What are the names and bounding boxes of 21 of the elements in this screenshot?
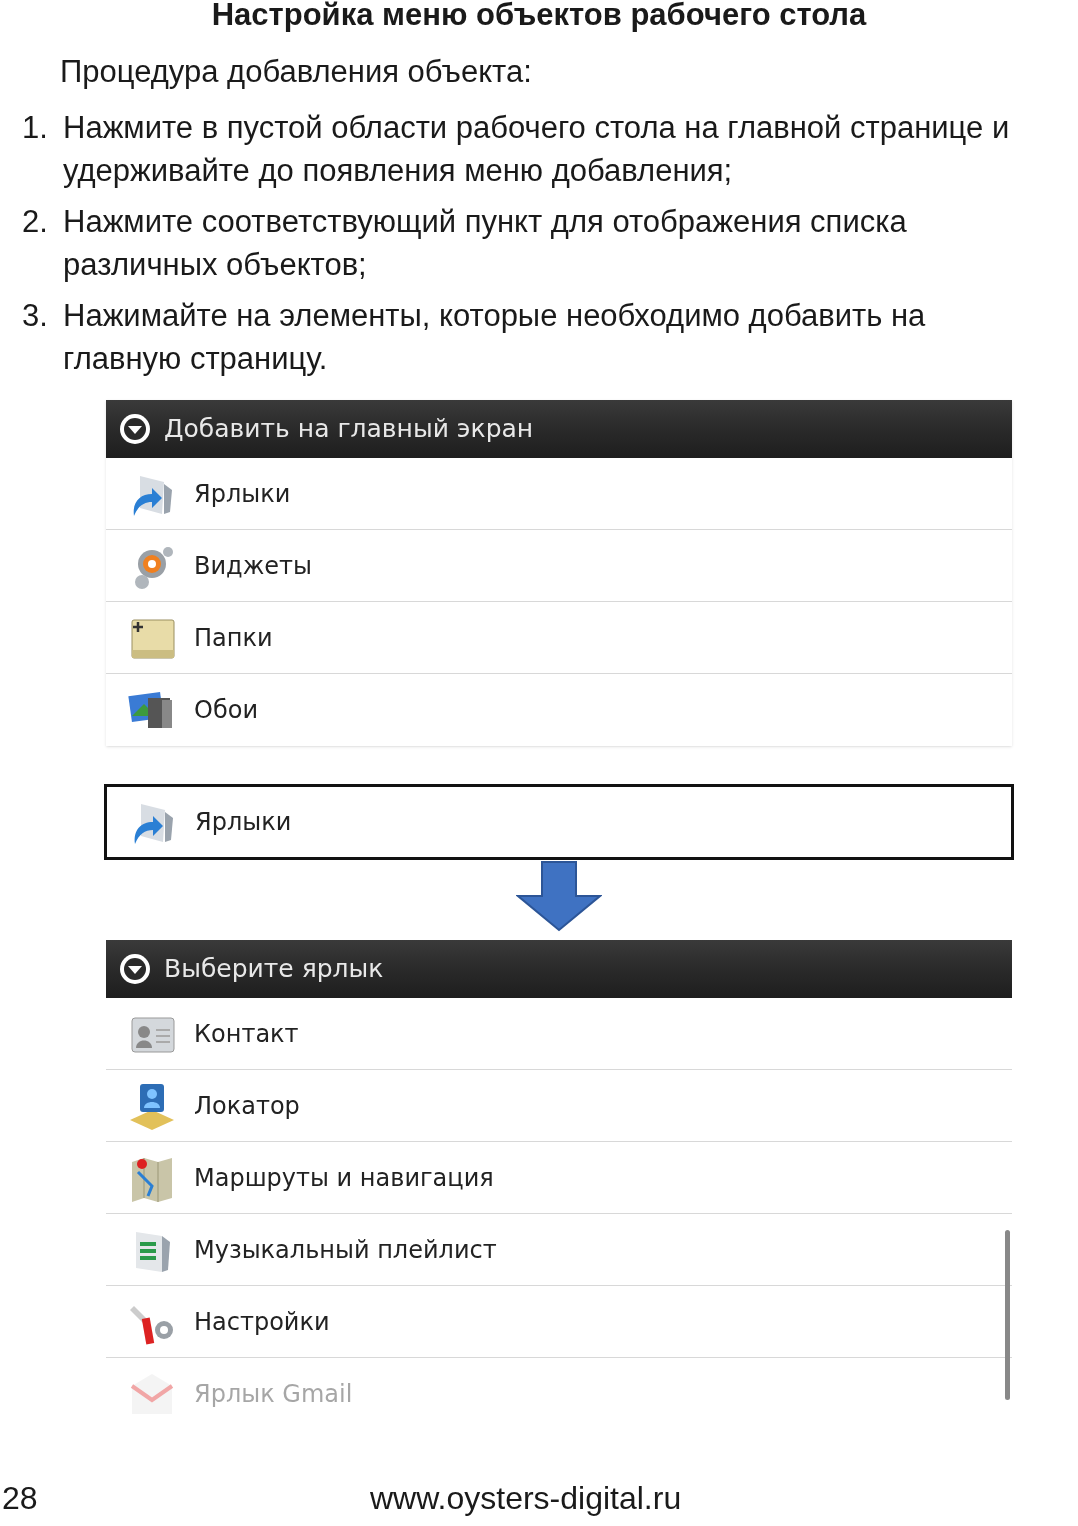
- menu-item[interactable]: Ярлыки: [106, 458, 1012, 530]
- menu-title: Выберите ярлык: [164, 953, 384, 986]
- step-text: Нажимайте на элементы, которые необходимо добавить на главную страницу.: [63, 297, 927, 378]
- step-number: 3.: [21, 297, 49, 335]
- step-text: Нажмите в пустой области рабочего стола на главной странице и удерживайте до появления меню добавления;: [63, 109, 1011, 190]
- scrollbar[interactable]: [1005, 1230, 1010, 1400]
- intro-text: Процедура добавления объекта:: [60, 53, 533, 91]
- website-url: www.oysters-digital.ru: [370, 1479, 682, 1518]
- page-heading: Настройка меню объектов рабочего стола: [210, 0, 868, 32]
- step-number: 2.: [21, 203, 49, 241]
- step-text: Нажмите соответствующий пункт для отображения списка различных объектов;: [63, 203, 908, 284]
- step-number: 1.: [21, 109, 49, 147]
- menu-item[interactable]: Папки: [106, 602, 1012, 674]
- chevron-down-icon: [118, 412, 152, 446]
- menu-item[interactable]: Виджеты: [106, 530, 1012, 602]
- page-number: 28: [1, 1479, 39, 1518]
- menu-item[interactable]: Обои: [106, 674, 1012, 746]
- selected-menu-item[interactable]: Ярлыки: [104, 784, 1014, 860]
- menu-title: Добавить на главный экран: [164, 413, 534, 446]
- chevron-down-icon: [118, 952, 152, 986]
- down-arrow-icon: [516, 860, 602, 932]
